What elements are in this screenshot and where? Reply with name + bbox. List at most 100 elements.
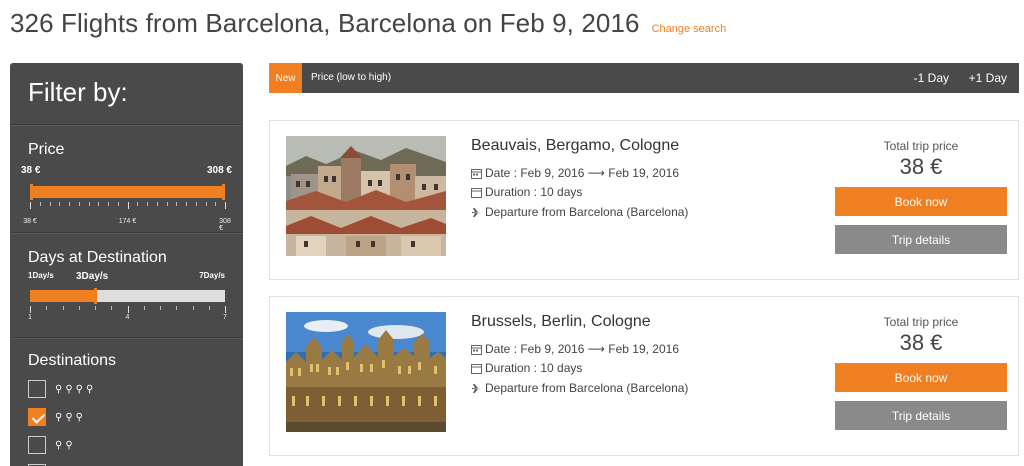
- days-tick-labels: 1 4 7: [28, 314, 227, 324]
- slider-tick: [208, 306, 210, 310]
- slider-tick: [156, 202, 158, 206]
- trip-price: 38 €: [899, 330, 943, 355]
- price-max-label: 308 €: [206, 165, 232, 176]
- days-tick-label: 4: [125, 314, 130, 321]
- destination-option[interactable]: ⚲⚲⚲⚲: [28, 380, 225, 398]
- previous-day-button[interactable]: -1 Day: [914, 71, 949, 85]
- plane-icon: [472, 383, 481, 393]
- slider-tick: [176, 306, 178, 310]
- price-min-label: 38 €: [21, 165, 41, 176]
- price-slider-max-handle[interactable]: [222, 184, 225, 200]
- slider-tick: [59, 202, 61, 206]
- destination-pins-icon: ⚲⚲: [55, 439, 76, 451]
- trip-date-text: Date : Feb 9, 2016 ⟶ Feb 19, 2016: [485, 342, 679, 356]
- price-caption: Total trip price: [883, 139, 959, 153]
- destination-pins-icon: ⚲⚲⚲⚲: [55, 383, 97, 395]
- trip-details-button[interactable]: Trip details: [835, 225, 1007, 254]
- trip-date: Date : Feb 9, 2016 ⟶ Feb 19, 2016: [471, 166, 679, 180]
- slider-tick: [30, 306, 31, 313]
- trip-date: Date : Feb 9, 2016 ⟶ Feb 19, 2016: [471, 342, 679, 356]
- destination-checkbox[interactable]: [28, 380, 46, 398]
- slider-tick: [62, 306, 64, 310]
- slider-tick: [195, 202, 197, 206]
- filter-title: Filter by:: [10, 63, 243, 125]
- slider-tick: [225, 306, 226, 313]
- days-slider-handle[interactable]: [94, 288, 97, 304]
- slider-tick: [69, 202, 70, 206]
- slider-tick: [108, 202, 109, 206]
- price-range-labels: 38 € 308 €: [21, 165, 232, 179]
- slider-tick: [95, 306, 96, 310]
- slider-tick: [46, 306, 48, 310]
- days-range-labels: 1Day/s 3Day/s 7Day/s: [28, 271, 225, 285]
- days-filter: Days at Destination 1Day/s 3Day/s 7Day/s…: [10, 233, 243, 338]
- slider-tick: [39, 202, 41, 206]
- trip-departure: Departure from Barcelona (Barcelona): [471, 381, 688, 395]
- trip-departure: Departure from Barcelona (Barcelona): [471, 205, 688, 219]
- next-day-button[interactable]: +1 Day: [969, 71, 1007, 85]
- slider-tick: [78, 202, 80, 206]
- price-slider-fill: [30, 186, 225, 198]
- price-slider[interactable]: [30, 184, 225, 200]
- grand-place-image: [286, 312, 446, 432]
- trip-route[interactable]: Brussels, Berlin, Cologne: [471, 313, 651, 331]
- destination-photo: [286, 136, 446, 256]
- days-max-label: 7Day/s: [199, 271, 225, 280]
- trip-duration-text: Duration : 10 days: [485, 185, 583, 199]
- sort-price-low-high[interactable]: Price (low to high): [311, 72, 391, 83]
- days-min-label: 1Day/s: [28, 271, 54, 280]
- trip-price: 38 €: [899, 154, 943, 179]
- slider-tick: [49, 202, 51, 206]
- plane-icon: [472, 207, 481, 217]
- destination-checkbox-checked[interactable]: [28, 408, 46, 426]
- slider-tick: [215, 202, 217, 206]
- slider-tick: [127, 306, 129, 313]
- days-tick-label: 1: [28, 314, 32, 321]
- days-heading: Days at Destination: [28, 249, 167, 266]
- slider-tick: [127, 202, 129, 209]
- destination-photo: [286, 312, 446, 432]
- price-box: Total trip price 38 € Book now Trip deta…: [835, 315, 1007, 430]
- slider-tick: [192, 306, 194, 310]
- price-heading: Price: [28, 141, 65, 158]
- days-tick-label: 7: [223, 314, 227, 321]
- sort-bar: New Price (low to high) -1 Day +1 Day: [269, 63, 1019, 93]
- book-now-button[interactable]: Book now: [835, 363, 1007, 392]
- slider-tick: [98, 202, 100, 206]
- days-slider[interactable]: [30, 288, 225, 304]
- flight-result-card: Beauvais, Bergamo, Cologne Date : Feb 9,…: [269, 120, 1019, 280]
- slider-tick: [88, 202, 90, 206]
- slider-tick: [186, 202, 187, 206]
- price-slider-ticks: [30, 202, 226, 210]
- slider-tick: [205, 202, 207, 206]
- price-tick-label: 174 €: [118, 218, 137, 225]
- slider-tick: [111, 306, 113, 310]
- slider-tick: [137, 202, 139, 206]
- price-tick-label: 38 €: [23, 218, 37, 225]
- calendar-icon: [471, 168, 482, 179]
- slider-tick: [166, 202, 168, 206]
- calendar-icon: [471, 363, 482, 374]
- price-caption: Total trip price: [883, 315, 959, 329]
- destination-option[interactable]: ⚲⚲: [28, 436, 225, 454]
- slider-tick: [78, 306, 80, 310]
- new-tag[interactable]: New: [269, 63, 302, 93]
- slider-tick: [143, 306, 145, 310]
- change-search-link[interactable]: Change search: [652, 23, 727, 35]
- price-filter: Price 38 € 308 € 38 € 174 € 308 €: [10, 125, 243, 233]
- slider-tick: [147, 202, 148, 206]
- page-header: 326 Flights from Barcelona, Barcelona on…: [10, 8, 726, 42]
- price-tick-labels: 38 € 174 € 308 €: [23, 218, 231, 232]
- destination-option[interactable]: ⚲⚲⚲: [28, 408, 225, 426]
- calendar-icon: [471, 344, 482, 355]
- price-tick-label: 308 €: [219, 218, 231, 232]
- trip-departure-text: Departure from Barcelona (Barcelona): [485, 381, 689, 395]
- trip-details-button[interactable]: Trip details: [835, 401, 1007, 430]
- book-now-button[interactable]: Book now: [835, 187, 1007, 216]
- price-slider-min-handle[interactable]: [30, 184, 33, 200]
- destinations-filter: Destinations ⚲⚲⚲⚲ ⚲⚲⚲ ⚲⚲: [10, 338, 243, 466]
- trip-route[interactable]: Beauvais, Bergamo, Cologne: [471, 137, 679, 155]
- days-slider-fill: [30, 290, 95, 302]
- trip-duration: Duration : 10 days: [471, 361, 582, 375]
- destination-checkbox[interactable]: [28, 436, 46, 454]
